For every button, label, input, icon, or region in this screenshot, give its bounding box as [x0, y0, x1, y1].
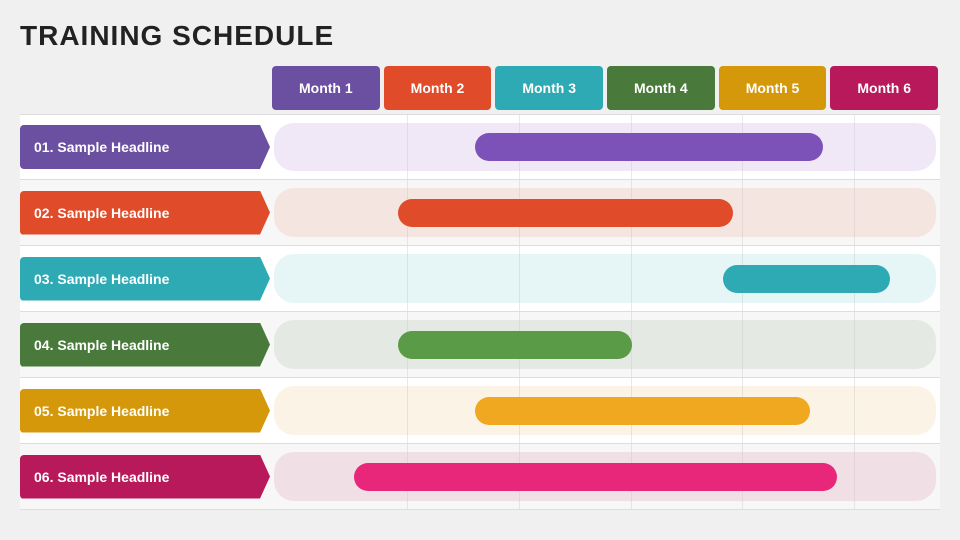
gantt-bar-5: [475, 397, 810, 425]
gantt-bar-2: [398, 199, 733, 227]
gantt-rows: 01. Sample Headline 02. Sample Headline 03…: [20, 114, 940, 510]
page-title: TRAINING SCHEDULE: [20, 20, 940, 52]
month-header-1: Month 1: [272, 66, 380, 110]
gantt-chart-5: [270, 378, 940, 443]
page: TRAINING SCHEDULE Month 1Month 2Month 3M…: [0, 0, 960, 540]
gantt-chart-2: [270, 180, 940, 245]
gantt-chart-4: [270, 312, 940, 377]
gantt-bar-3: [723, 265, 891, 293]
row-label-4: 04. Sample Headline: [20, 323, 270, 367]
gantt-bar-6: [354, 463, 836, 491]
row-label-6: 06. Sample Headline: [20, 455, 270, 499]
gantt-bar-1: [475, 133, 823, 161]
gantt-row-5: 05. Sample Headline: [20, 378, 940, 444]
month-header-4: Month 4: [607, 66, 715, 110]
gantt-row-6: 06. Sample Headline: [20, 444, 940, 510]
month-header-3: Month 3: [495, 66, 603, 110]
header-row: Month 1Month 2Month 3Month 4Month 5Month…: [270, 66, 940, 110]
month-header-6: Month 6: [830, 66, 938, 110]
gantt-row-2: 02. Sample Headline: [20, 180, 940, 246]
gantt-chart-1: [270, 115, 940, 179]
gantt-row-4: 04. Sample Headline: [20, 312, 940, 378]
row-label-3: 03. Sample Headline: [20, 257, 270, 301]
month-header-5: Month 5: [719, 66, 827, 110]
gantt-row-3: 03. Sample Headline: [20, 246, 940, 312]
gantt-bar-4: [398, 331, 633, 359]
gantt-row-1: 01. Sample Headline: [20, 114, 940, 180]
gantt-chart-3: [270, 246, 940, 311]
row-label-2: 02. Sample Headline: [20, 191, 270, 235]
row-label-1: 01. Sample Headline: [20, 125, 270, 169]
row-label-5: 05. Sample Headline: [20, 389, 270, 433]
gantt-chart-6: [270, 444, 940, 509]
month-header-2: Month 2: [384, 66, 492, 110]
schedule-container: Month 1Month 2Month 3Month 4Month 5Month…: [20, 66, 940, 510]
